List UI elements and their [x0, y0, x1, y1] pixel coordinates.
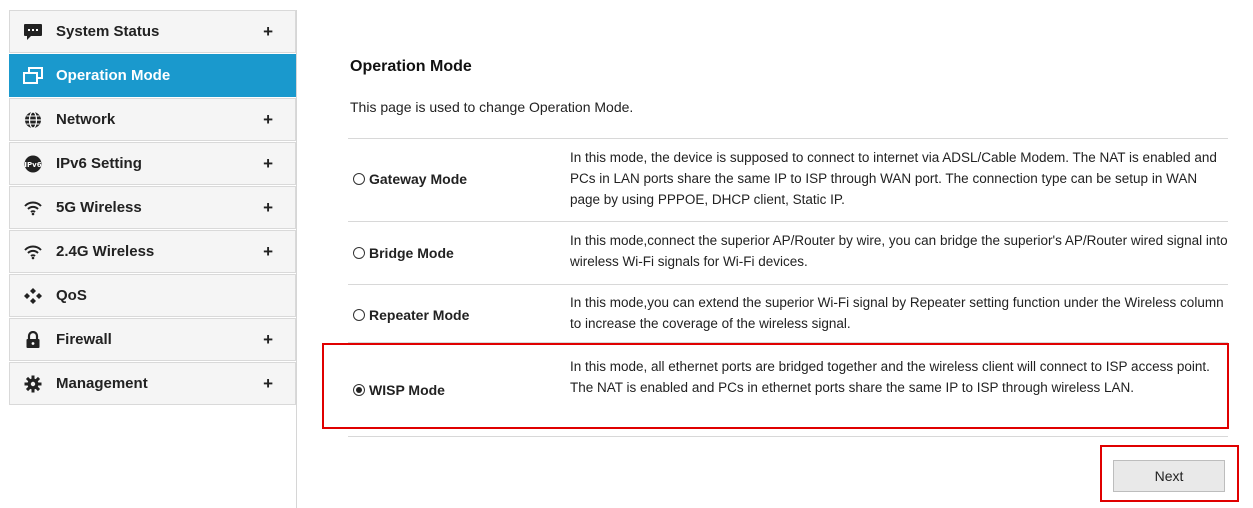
- sidebar-item-label: Operation Mode: [56, 67, 171, 84]
- expand-icon: +: [263, 21, 273, 41]
- expand-icon: +: [263, 241, 273, 261]
- mode-label: Gateway Mode: [369, 171, 468, 187]
- sidebar-item-ipv6-setting[interactable]: IPv6 IPv6 Setting +: [9, 142, 296, 185]
- expand-icon: +: [263, 153, 273, 173]
- sidebar-item-label: 2.4G Wireless: [56, 243, 155, 260]
- sidebar-item-label: 5G Wireless: [56, 199, 142, 216]
- sidebar-item-label: Firewall: [56, 331, 112, 348]
- chat-bubble-icon: [22, 21, 44, 43]
- next-button[interactable]: Next: [1113, 460, 1225, 492]
- wisp-mode-highlight: [322, 343, 1229, 429]
- page-description: This page is used to change Operation Mo…: [350, 99, 634, 115]
- sidebar: System Status + Operation Mode Network +…: [9, 10, 297, 508]
- svg-text:IPv6: IPv6: [24, 161, 41, 169]
- bridge-mode-radio[interactable]: [353, 247, 365, 259]
- gateway-mode-option[interactable]: Gateway Mode: [353, 171, 467, 187]
- mode-row-repeater: Repeater Mode In this mode,you can exten…: [348, 284, 1228, 342]
- window-icon: [22, 65, 44, 87]
- expand-icon: +: [263, 329, 273, 349]
- sidebar-item-management[interactable]: Management +: [9, 362, 296, 405]
- mode-description: In this mode,you can extend the superior…: [570, 295, 1224, 331]
- mode-description: In this mode,connect the superior AP/Rou…: [570, 233, 1228, 269]
- sidebar-item-label: IPv6 Setting: [56, 155, 142, 172]
- main-content: Operation Mode This page is used to chan…: [348, 0, 1228, 508]
- ipv6-icon: IPv6: [22, 153, 44, 175]
- mode-row-bridge: Bridge Mode In this mode,connect the sup…: [348, 221, 1228, 284]
- mode-row-gateway: Gateway Mode In this mode, the device is…: [348, 138, 1228, 221]
- wifi-icon: [22, 241, 44, 263]
- sidebar-item-firewall[interactable]: Firewall +: [9, 318, 296, 361]
- page-title: Operation Mode: [350, 58, 472, 75]
- sidebar-item-network[interactable]: Network +: [9, 98, 296, 141]
- repeater-mode-option[interactable]: Repeater Mode: [353, 307, 469, 323]
- sidebar-item-5g-wireless[interactable]: 5G Wireless +: [9, 186, 296, 229]
- sidebar-item-label: Management: [56, 375, 148, 392]
- gateway-mode-radio[interactable]: [353, 173, 365, 185]
- bridge-mode-option[interactable]: Bridge Mode: [353, 245, 454, 261]
- sidebar-item-system-status[interactable]: System Status +: [9, 10, 296, 53]
- mode-description: In this mode, the device is supposed to …: [570, 150, 1217, 207]
- repeater-mode-radio[interactable]: [353, 309, 365, 321]
- wifi-icon: [22, 197, 44, 219]
- expand-icon: +: [263, 197, 273, 217]
- gear-icon: [22, 373, 44, 395]
- mode-label: Repeater Mode: [369, 307, 470, 323]
- mode-label: Bridge Mode: [369, 245, 454, 261]
- lock-icon: [22, 329, 44, 351]
- sidebar-item-label: QoS: [56, 287, 87, 304]
- sidebar-menu: System Status + Operation Mode Network +…: [9, 10, 296, 405]
- sidebar-item-label: Network: [56, 111, 116, 128]
- globe-icon: [22, 109, 44, 131]
- sidebar-item-qos[interactable]: QoS: [9, 274, 296, 317]
- expand-icon: +: [263, 109, 273, 129]
- qos-icon: [22, 285, 44, 307]
- divider: [348, 436, 1228, 437]
- sidebar-item-24g-wireless[interactable]: 2.4G Wireless +: [9, 230, 296, 273]
- sidebar-item-label: System Status: [56, 23, 160, 40]
- expand-icon: +: [263, 373, 273, 393]
- sidebar-item-operation-mode[interactable]: Operation Mode: [9, 54, 296, 97]
